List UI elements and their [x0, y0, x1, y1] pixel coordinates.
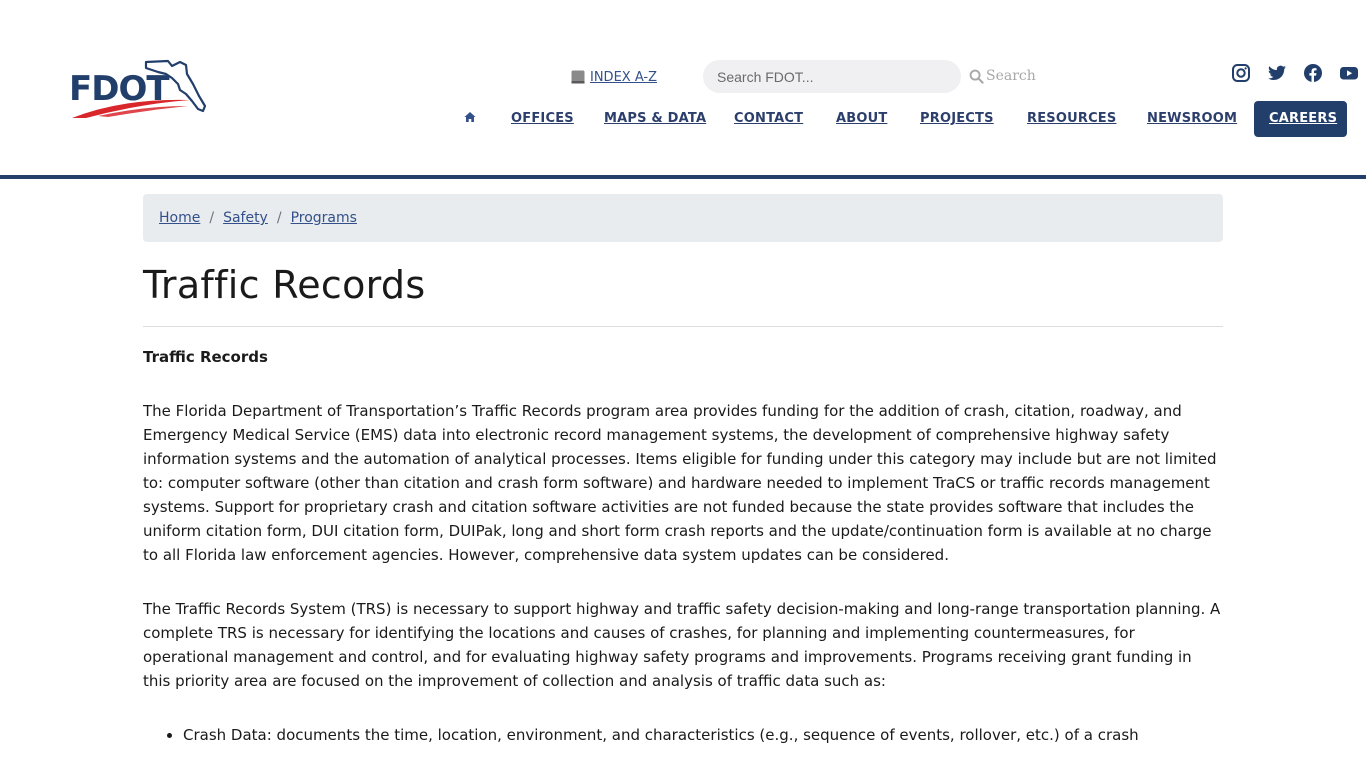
facebook-icon	[1304, 64, 1322, 82]
logo-text: FDOT	[69, 69, 170, 109]
search-input[interactable]	[703, 60, 961, 93]
intro-paragraph: The Florida Department of Transportation…	[143, 402, 1217, 564]
breadcrumb-safety[interactable]: Safety	[223, 210, 268, 226]
instagram-icon	[1232, 64, 1250, 82]
section-heading: Traffic Records	[143, 348, 268, 366]
title-divider	[143, 326, 1223, 327]
fdot-logo[interactable]: FDOT	[68, 56, 208, 122]
index-a-z-link[interactable]: INDEX A-Z	[590, 70, 657, 85]
nav-home[interactable]	[455, 101, 485, 137]
home-icon	[464, 112, 476, 122]
nav-maps-data[interactable]: MAPS & DATA	[604, 101, 706, 137]
index-a-z: INDEX A-Z	[570, 66, 657, 88]
breadcrumb-separator: /	[209, 210, 215, 226]
fdot-logo-mark: FDOT	[69, 59, 207, 118]
facebook-link[interactable]	[1303, 63, 1323, 83]
nav-newsroom[interactable]: NEWSROOM	[1147, 101, 1237, 137]
instagram-link[interactable]	[1231, 63, 1251, 83]
nav-careers-button[interactable]: CAREERS	[1254, 101, 1348, 137]
search-button[interactable]: Search	[969, 66, 1036, 86]
trs-paragraph: The Traffic Records System (TRS) is nece…	[143, 600, 1221, 690]
nav-projects[interactable]: PROJECTS	[920, 101, 994, 137]
twitter-icon	[1268, 65, 1286, 81]
breadcrumb-separator: /	[276, 210, 282, 226]
page-title: Traffic Records	[143, 263, 426, 307]
breadcrumb-programs[interactable]: Programs	[291, 210, 357, 226]
youtube-link[interactable]	[1339, 63, 1359, 83]
list-item: Crash Data: documents the time, location…	[183, 723, 1223, 747]
site-header: FDOT INDEX A-Z Search FDOT... Search OFF…	[0, 0, 1366, 175]
header-divider	[0, 175, 1366, 179]
main-content: Home / Safety / Programs Traffic Records…	[143, 194, 1223, 747]
book-icon	[571, 70, 585, 84]
search-button-label: Search	[986, 68, 1036, 84]
data-types-list: Crash Data: documents the time, location…	[143, 723, 1223, 747]
search-icon	[969, 69, 984, 84]
nav-resources[interactable]: RESOURCES	[1027, 101, 1116, 137]
youtube-icon	[1340, 67, 1358, 80]
twitter-link[interactable]	[1267, 63, 1287, 83]
breadcrumb: Home / Safety / Programs	[143, 194, 1223, 242]
breadcrumb-home[interactable]: Home	[159, 210, 200, 226]
nav-offices[interactable]: OFFICES	[511, 101, 574, 137]
nav-contact[interactable]: CONTACT	[734, 101, 803, 137]
nav-about[interactable]: ABOUT	[836, 101, 887, 137]
